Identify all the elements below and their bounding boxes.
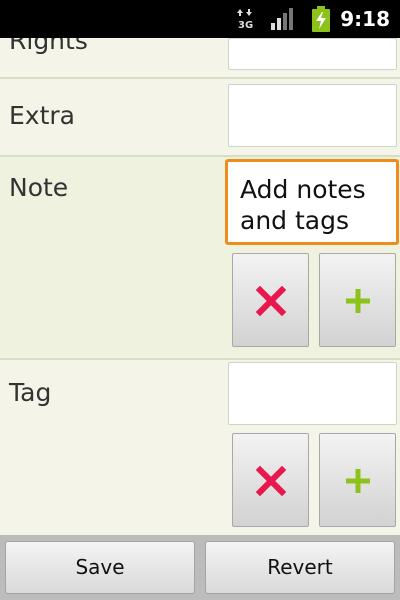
remove-tag-button[interactable] xyxy=(232,433,309,527)
row-label-note: Note xyxy=(9,173,69,202)
extra-input[interactable] xyxy=(228,84,397,147)
bottom-action-bar: Save Revert xyxy=(0,535,400,600)
signal-strength-icon xyxy=(271,8,293,30)
delete-x-icon xyxy=(256,466,286,496)
rights-input[interactable] xyxy=(228,38,397,70)
remove-note-button[interactable] xyxy=(232,253,309,347)
battery-charging-icon xyxy=(312,6,330,32)
status-bar: 3G 9:18 xyxy=(0,0,400,38)
form-row-note: Note Add notes and tags xyxy=(0,157,400,358)
status-time: 9:18 xyxy=(340,7,390,31)
form-row-rights: Rights xyxy=(0,26,400,78)
save-button[interactable]: Save xyxy=(5,541,195,594)
revert-button[interactable]: Revert xyxy=(205,541,395,594)
delete-x-icon xyxy=(256,286,286,316)
row-label-extra: Extra xyxy=(9,101,75,130)
tag-input[interactable] xyxy=(228,362,397,425)
row-label-tag: Tag xyxy=(9,378,52,407)
form-row-tag: Tag xyxy=(0,360,400,535)
network-type-label: 3G xyxy=(238,20,253,30)
note-input[interactable]: Add notes and tags xyxy=(225,159,399,245)
add-tag-button[interactable] xyxy=(319,433,396,527)
plus-icon xyxy=(346,289,370,313)
network-3g-icon: 3G xyxy=(237,9,253,30)
form-row-extra: Extra xyxy=(0,79,400,155)
add-note-button[interactable] xyxy=(319,253,396,347)
plus-icon xyxy=(346,469,370,493)
